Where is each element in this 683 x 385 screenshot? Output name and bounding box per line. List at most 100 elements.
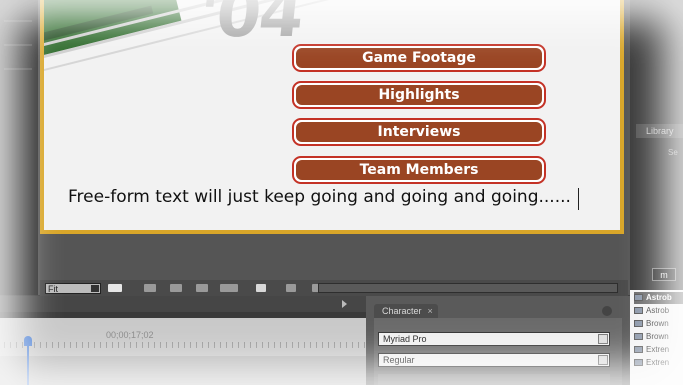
- ruler-tick: [280, 342, 281, 348]
- marker-icon[interactable]: [286, 284, 296, 292]
- frame-icon[interactable]: [196, 284, 208, 292]
- ruler-tick: [118, 342, 119, 348]
- marker-icon[interactable]: [256, 284, 266, 292]
- ruler-tick: [160, 342, 161, 348]
- list-item[interactable]: Extren: [634, 344, 683, 356]
- list-item-label: Astrob: [646, 306, 670, 315]
- ruler-tick: [46, 342, 47, 348]
- ruler-tick: [304, 342, 305, 348]
- font-size-row[interactable]: [378, 374, 610, 385]
- list-item[interactable]: Astrob: [634, 305, 683, 317]
- zoom-select-value: Fit: [48, 284, 58, 294]
- ruler-tick: [184, 342, 185, 348]
- ruler-tick: [58, 342, 59, 348]
- font-family-value: Myriad Pro: [383, 334, 427, 344]
- ruler-tick: [238, 342, 239, 348]
- list-item-label: Brown: [646, 319, 669, 328]
- ruler-tick: [40, 342, 41, 348]
- ruler-tick: [100, 342, 101, 348]
- checker-icon[interactable]: [170, 284, 182, 292]
- font-family-select[interactable]: Myriad Pro: [378, 332, 610, 346]
- ruler-tick: [76, 342, 77, 348]
- playhead-line: [27, 346, 29, 385]
- ruler-tick: [310, 342, 311, 348]
- tab-label: Character: [382, 306, 422, 316]
- ruler-tick: [34, 342, 35, 348]
- list-item[interactable]: Brown: [634, 331, 683, 343]
- list-item-label: Brown: [646, 332, 669, 341]
- ruler-tick: [196, 342, 197, 348]
- menu-button-label: Team Members: [296, 160, 542, 180]
- ruler-tick: [220, 342, 221, 348]
- ruler-tick: [82, 342, 83, 348]
- output-icon[interactable]: [220, 284, 238, 292]
- title-canvas[interactable]: '04 Game Footage Highlights Interviews T…: [44, 0, 620, 230]
- ruler-tick: [346, 342, 347, 348]
- ruler-tick: [292, 342, 293, 348]
- ruler-tick: [316, 342, 317, 348]
- tab-library[interactable]: Library: [636, 124, 683, 138]
- timeline-header: [0, 296, 366, 312]
- ruler-tick: [10, 342, 11, 348]
- ruler-tick: [70, 342, 71, 348]
- timeline-track[interactable]: [0, 356, 366, 385]
- style-icon: [634, 333, 643, 341]
- panel-tick: [4, 20, 32, 22]
- ruler-tick: [244, 342, 245, 348]
- ruler-tick: [202, 342, 203, 348]
- ruler-tick: [298, 342, 299, 348]
- menu-button-label: Game Footage: [296, 48, 542, 68]
- ruler-tick: [190, 342, 191, 348]
- safe-margin-button[interactable]: [108, 284, 122, 292]
- ruler-tick: [4, 342, 5, 348]
- list-item-label: Extren: [646, 345, 670, 354]
- style-icon: [634, 359, 643, 367]
- ruler-tick: [364, 342, 365, 348]
- style-icon: [634, 307, 643, 315]
- menu-button-team-members[interactable]: Team Members: [292, 156, 546, 184]
- year-title: '04: [195, 0, 306, 52]
- time-ruler[interactable]: [0, 342, 366, 352]
- ruler-tick: [172, 342, 173, 348]
- ruler-tick: [166, 342, 167, 348]
- list-item[interactable]: Extren: [634, 357, 683, 369]
- ruler-tick: [148, 342, 149, 348]
- ruler-tick: [328, 342, 329, 348]
- zoom-select[interactable]: Fit: [45, 283, 101, 294]
- ruler-tick: [208, 342, 209, 348]
- list-item-label: Extren: [646, 358, 670, 367]
- menu-button-game-footage[interactable]: Game Footage: [292, 44, 546, 72]
- chevron-down-icon: [598, 334, 608, 344]
- panel-menu-icon[interactable]: [602, 306, 612, 316]
- menu-button-label: Highlights: [296, 85, 542, 105]
- ruler-tick: [130, 342, 131, 348]
- playhead-handle[interactable]: [24, 336, 32, 346]
- menu-button-interviews[interactable]: Interviews: [292, 118, 546, 146]
- menu-button-highlights[interactable]: Highlights: [292, 81, 546, 109]
- list-item[interactable]: Brown: [634, 318, 683, 330]
- ruler-tick: [274, 342, 275, 348]
- font-style-select[interactable]: Regular: [378, 353, 610, 367]
- ruler-tick: [178, 342, 179, 348]
- style-icon: [634, 346, 643, 354]
- monitor-scrollbar[interactable]: [318, 283, 618, 293]
- close-icon[interactable]: ×: [428, 306, 433, 316]
- grid-icon[interactable]: [144, 284, 156, 292]
- ruler-tick: [112, 342, 113, 348]
- tab-character[interactable]: Character ×: [374, 304, 438, 318]
- freeform-text[interactable]: Free-form text will just keep going and …: [68, 187, 571, 207]
- timecode-display[interactable]: 00;00;17;02: [106, 330, 154, 340]
- ruler-tick: [142, 342, 143, 348]
- ruler-tick: [88, 342, 89, 348]
- ruler-tick: [154, 342, 155, 348]
- library-view-button[interactable]: m: [652, 268, 676, 281]
- left-panel-strip: [0, 0, 38, 295]
- list-item[interactable]: Astrob: [634, 292, 683, 304]
- ruler-tick: [268, 342, 269, 348]
- list-item-label: Astrob: [646, 293, 672, 302]
- ruler-tick: [232, 342, 233, 348]
- ruler-tick: [94, 342, 95, 348]
- panel-menu-icon[interactable]: [342, 300, 347, 308]
- ruler-tick: [106, 342, 107, 348]
- ruler-tick: [256, 342, 257, 348]
